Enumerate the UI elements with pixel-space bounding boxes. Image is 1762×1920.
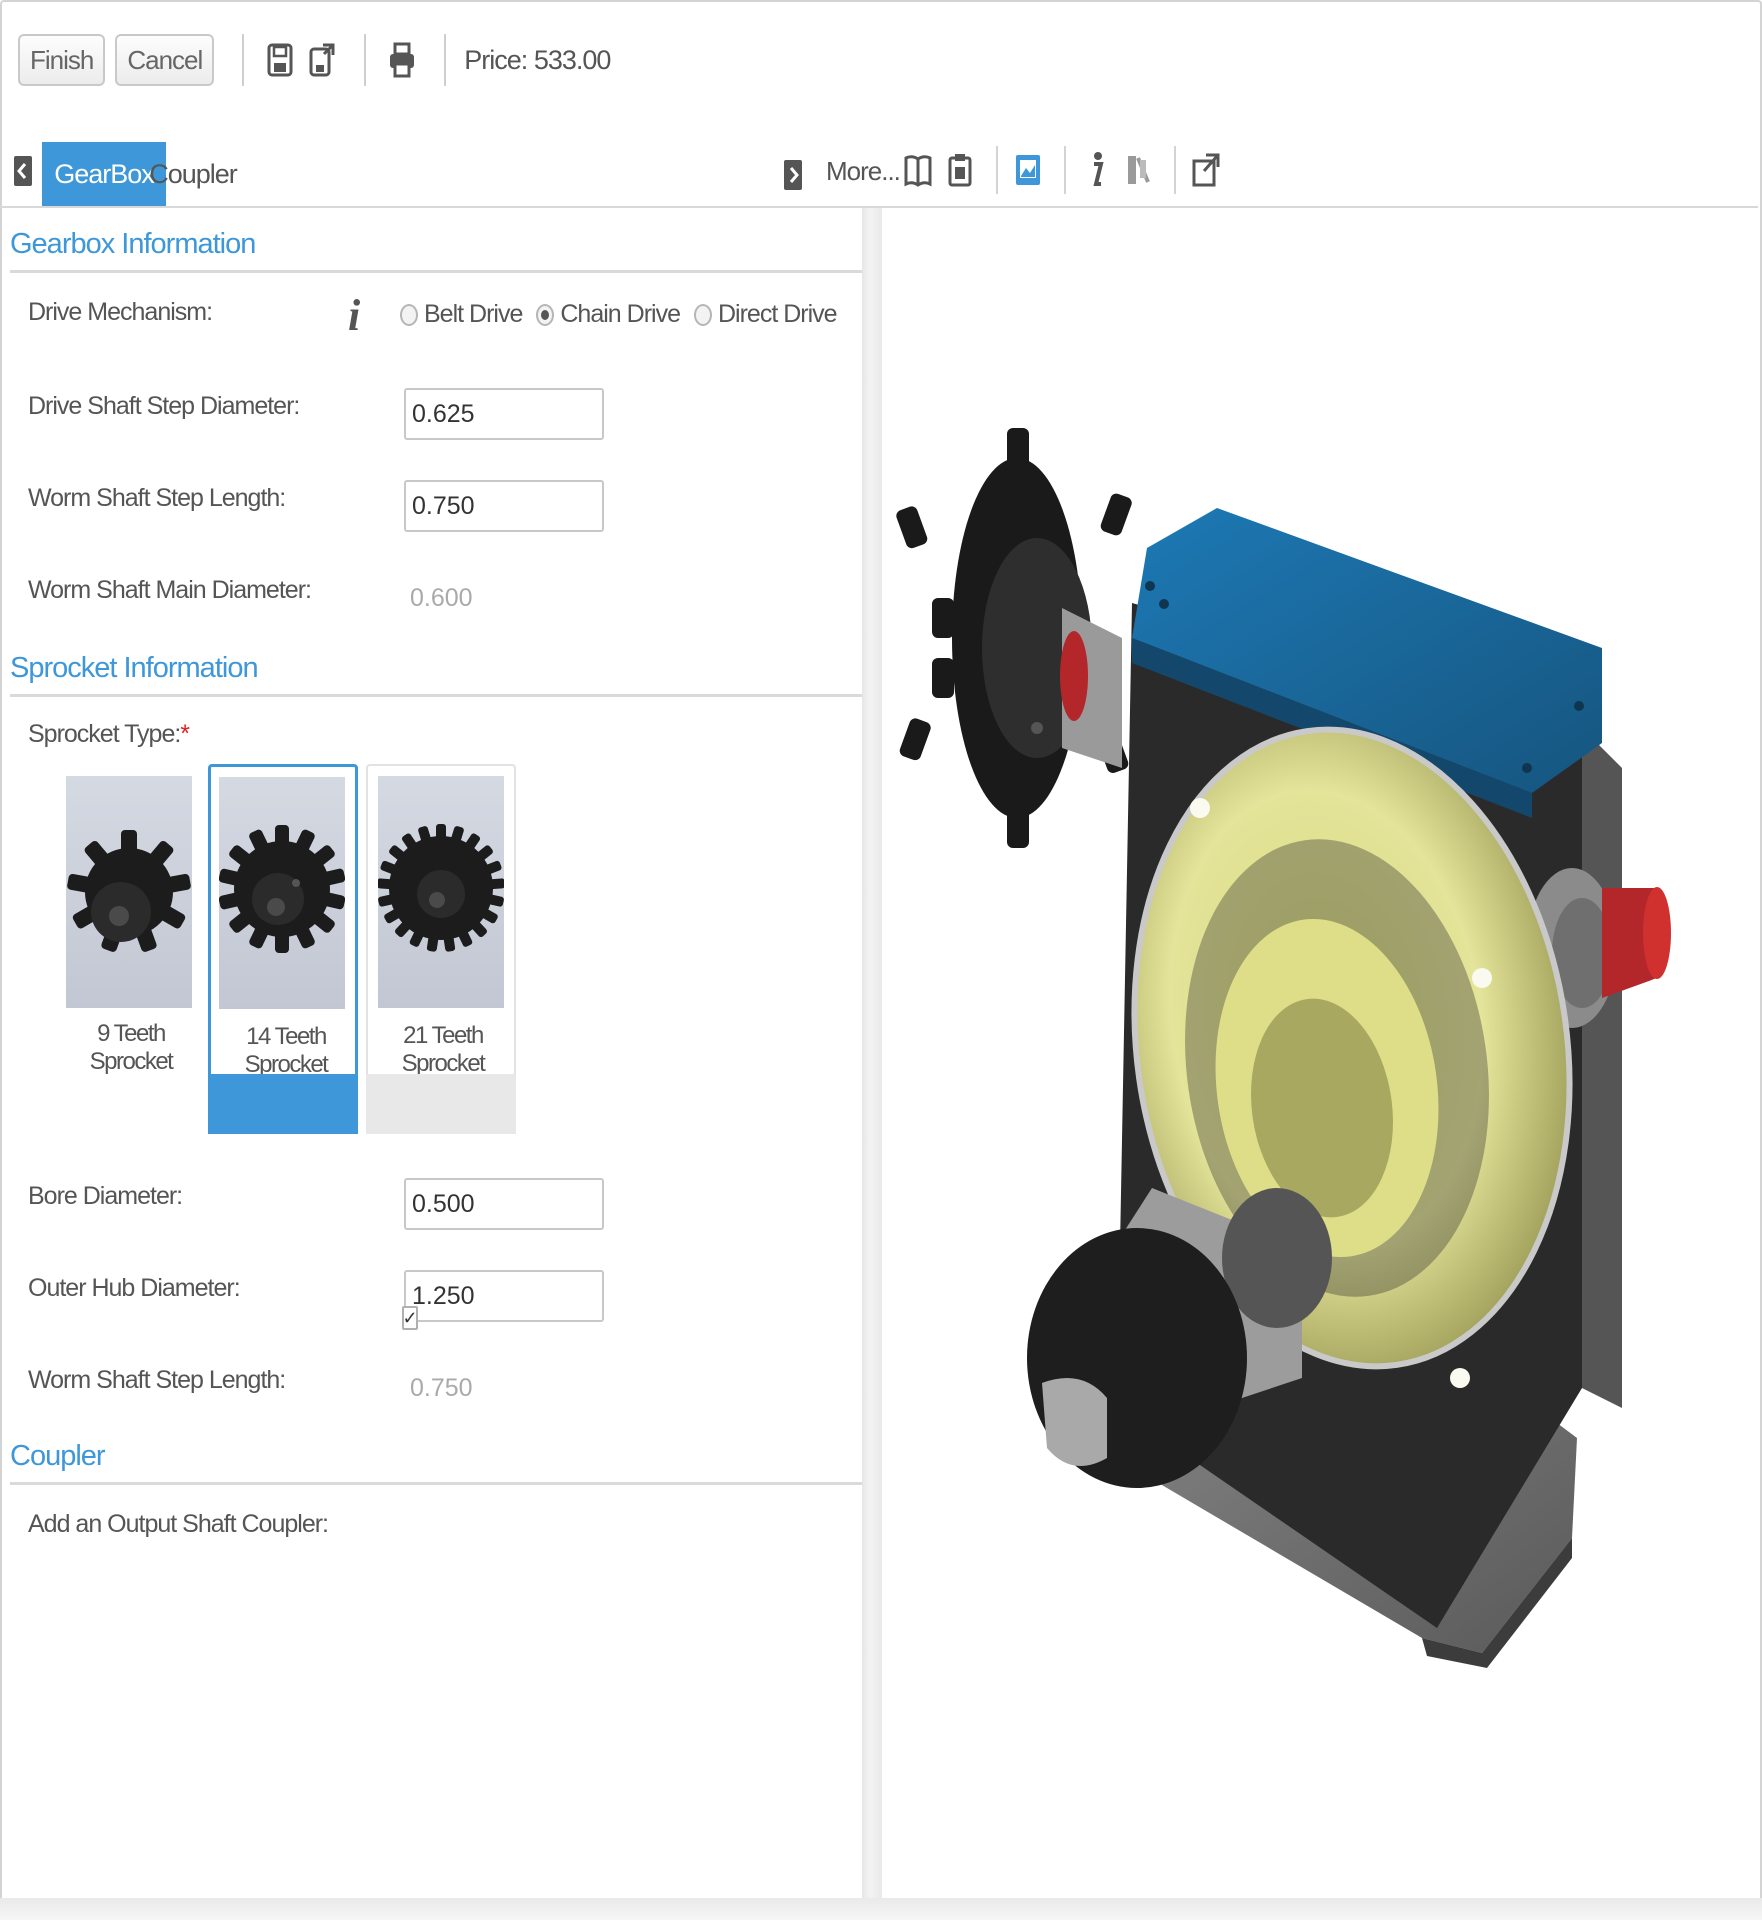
worm-shaft-step-length-input[interactable]: 0.750 bbox=[404, 480, 604, 532]
flange-bolt-hole bbox=[1450, 1368, 1470, 1388]
drive-shaft-step-diameter-label: Drive Shaft Step Diameter: bbox=[28, 392, 300, 420]
sprocket-thumbnail bbox=[377, 776, 505, 1008]
cancel-button[interactable]: Cancel bbox=[115, 34, 215, 86]
model-viewer[interactable] bbox=[882, 208, 1758, 1898]
viewer-toolbar-divider bbox=[996, 146, 998, 194]
radio-chain-drive[interactable]: Chain Drive bbox=[536, 300, 681, 329]
external-link-icon[interactable] bbox=[1188, 147, 1224, 193]
section-divider bbox=[10, 270, 862, 273]
worm-shaft-main-diameter-value: 0.600 bbox=[410, 584, 473, 612]
radio-button[interactable] bbox=[693, 303, 712, 326]
sprocket-worm-shaft-step-length-value: 0.750 bbox=[410, 1374, 473, 1402]
section-title-sprocket: Sprocket Information bbox=[10, 652, 259, 684]
sprocket-option-9[interactable]: 9 Teeth Sprocket bbox=[56, 764, 206, 1134]
viewer-toolbar bbox=[900, 142, 1230, 198]
selection-indicator bbox=[208, 1074, 358, 1134]
drive-shaft-step-diameter-input[interactable]: 0.625 bbox=[404, 388, 604, 440]
worm-shaft-main-diameter-label: Worm Shaft Main Diameter: bbox=[28, 576, 312, 604]
gearbox-3d-model[interactable] bbox=[882, 208, 1758, 1898]
viewer-toolbar-divider bbox=[1064, 146, 1066, 194]
radio-belt-drive[interactable]: Belt Drive bbox=[400, 300, 523, 329]
section-divider bbox=[10, 694, 862, 697]
input-shaft-red-collar bbox=[1060, 631, 1088, 721]
finish-button[interactable]: Finish bbox=[18, 34, 106, 86]
sprocket-option-label: 14 Teeth Sprocket bbox=[244, 1023, 329, 1078]
price-display: Price: 533.00 bbox=[464, 44, 611, 75]
drive-mechanism-label: Drive Mechanism: bbox=[28, 298, 213, 326]
attributes-icon[interactable] bbox=[1120, 147, 1156, 193]
flange-bolt-hole bbox=[1472, 968, 1492, 988]
coupler-shaft bbox=[1222, 1188, 1332, 1328]
coupler-bore bbox=[1042, 1378, 1107, 1466]
outer-hub-diameter-label: Outer Hub Diameter: bbox=[28, 1274, 241, 1302]
sprocket-thumbnail bbox=[66, 776, 192, 1008]
clipboard-icon[interactable] bbox=[942, 147, 978, 193]
section-title-coupler: Coupler bbox=[10, 1440, 106, 1472]
outer-hub-diameter-input[interactable]: 1.250 bbox=[404, 1270, 604, 1322]
radio-button[interactable] bbox=[536, 303, 555, 326]
radio-label: Direct Drive bbox=[717, 300, 838, 328]
toolbar-divider bbox=[242, 34, 245, 86]
output-shaft-red-cap bbox=[1643, 887, 1671, 979]
bore-diameter-label: Bore Diameter: bbox=[28, 1182, 183, 1210]
image-icon[interactable] bbox=[1010, 147, 1046, 193]
tab-coupler[interactable]: Coupler bbox=[148, 142, 238, 206]
sprocket-type-text: Sprocket Type: bbox=[28, 720, 181, 748]
worm-shaft-step-length-label: Worm Shaft Step Length: bbox=[28, 484, 286, 512]
main-toolbar: Finish Cancel Price: 533.00 bbox=[18, 30, 611, 90]
configuration-form: Gearbox Information Drive Mechanism: i B… bbox=[0, 208, 862, 1898]
sprocket-option-label: 21 Teeth Sprocket bbox=[401, 1022, 486, 1077]
toolbar-divider bbox=[364, 34, 367, 86]
save-as-icon[interactable] bbox=[304, 37, 340, 83]
required-marker: * bbox=[180, 720, 190, 748]
radio-direct-drive[interactable]: Direct Drive bbox=[693, 300, 838, 329]
sprocket-thumbnail bbox=[218, 777, 346, 1009]
panel-splitter[interactable] bbox=[862, 208, 882, 1898]
sprocket-option-21[interactable]: 21 Teeth Sprocket bbox=[366, 764, 516, 1134]
section-title-gearbox: Gearbox Information bbox=[10, 228, 256, 260]
section-divider bbox=[10, 1482, 862, 1485]
radio-button[interactable] bbox=[400, 303, 418, 326]
sprocket-option-14[interactable]: 14 Teeth Sprocket bbox=[208, 764, 358, 1134]
collapse-left-icon[interactable] bbox=[12, 150, 34, 192]
sprocket-option-label: 9 Teeth Sprocket bbox=[89, 1020, 174, 1075]
radio-label: Belt Drive bbox=[424, 300, 523, 328]
info-icon[interactable]: i bbox=[348, 290, 360, 341]
drive-mechanism-radio-group: Belt Drive Chain Drive Direct Drive bbox=[400, 300, 851, 329]
more-menu[interactable]: More... bbox=[826, 156, 901, 187]
bore-diameter-input[interactable]: 0.500 bbox=[404, 1178, 604, 1230]
sprocket-worm-shaft-step-length-label: Worm Shaft Step Length: bbox=[28, 1366, 286, 1394]
viewer-toolbar-divider bbox=[1174, 146, 1176, 194]
add-coupler-checkbox[interactable]: ✓ bbox=[402, 1306, 418, 1330]
hover-indicator bbox=[366, 1074, 516, 1134]
tab-bar: GearBox Coupler More... bbox=[8, 142, 1748, 206]
print-icon[interactable] bbox=[384, 37, 420, 83]
sprocket-type-label: Sprocket Type:* bbox=[28, 720, 190, 749]
book-icon[interactable] bbox=[900, 147, 936, 193]
toolbar-divider bbox=[444, 34, 447, 86]
window-bottom-edge bbox=[0, 1898, 1762, 1920]
gearbox-body-side bbox=[1582, 728, 1622, 1408]
info-icon[interactable] bbox=[1078, 147, 1114, 193]
flange-bolt-hole bbox=[1190, 798, 1210, 818]
radio-label: Chain Drive bbox=[560, 300, 681, 328]
add-coupler-label: Add an Output Shaft Coupler: bbox=[28, 1510, 329, 1538]
collapse-right-icon[interactable] bbox=[782, 154, 804, 196]
save-icon[interactable] bbox=[262, 37, 298, 83]
